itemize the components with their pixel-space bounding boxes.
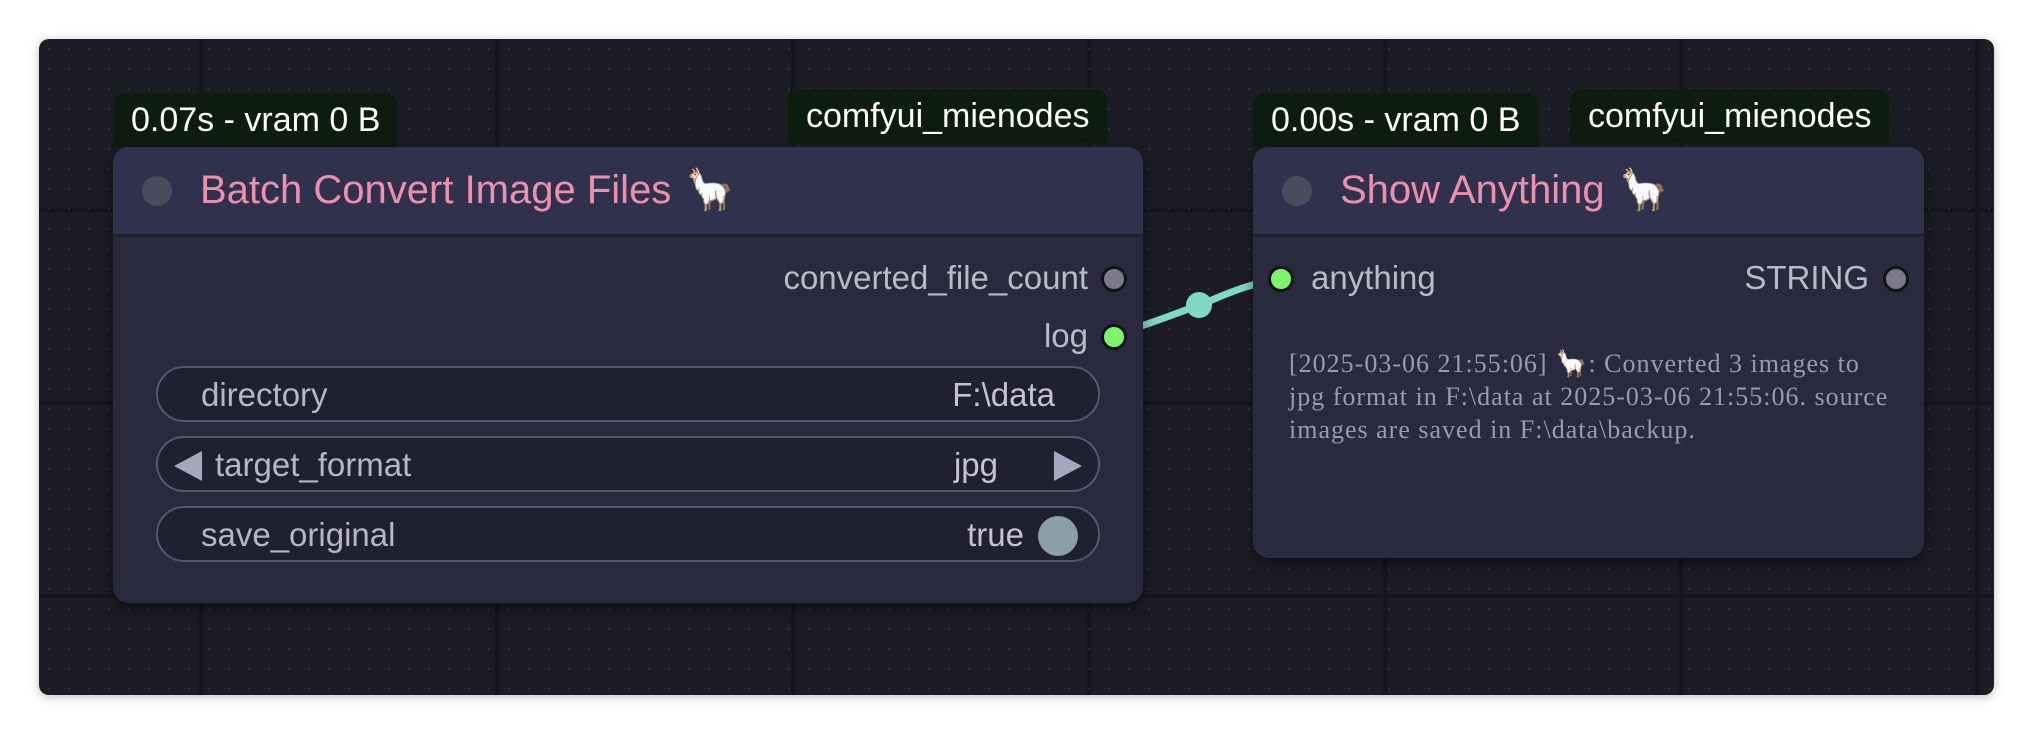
save-original-label: save_original xyxy=(201,516,396,553)
batch-convert-node[interactable]: Batch Convert Image Files 🦙 converted_fil… xyxy=(113,147,1143,603)
output-label-log: log xyxy=(1043,317,1088,354)
output-label-string: STRING xyxy=(1744,259,1869,296)
arrow-right-icon[interactable] xyxy=(1054,451,1082,481)
arrow-left-icon[interactable] xyxy=(174,451,202,481)
show-anything-header[interactable]: Show Anything 🦙 xyxy=(1253,147,1924,237)
target-format-label: target_format xyxy=(215,446,412,483)
graph-canvas[interactable]: 0.07s - vram 0 B comfyui_mienodes 0.00s … xyxy=(39,39,1994,695)
toggle-knob-icon[interactable] xyxy=(1038,516,1078,556)
input-slot-anything[interactable] xyxy=(1268,266,1294,292)
llama-icon: 🦙 xyxy=(1618,168,1669,212)
output-slot-converted-file-count[interactable] xyxy=(1101,266,1127,292)
link-midpoint-handle[interactable] xyxy=(1186,292,1212,318)
llama-icon: 🦙 xyxy=(685,168,736,212)
output-slot-string[interactable] xyxy=(1883,266,1909,292)
directory-label: directory xyxy=(201,376,328,413)
collapse-dot-icon[interactable] xyxy=(1282,176,1312,206)
save-original-value: true xyxy=(967,516,1024,553)
display-text: [2025-03-06 21:55:06] 🦙: Converted 3 ima… xyxy=(1289,349,1889,444)
batch-convert-header[interactable]: Batch Convert Image Files 🦙 xyxy=(113,147,1143,237)
show-anything-node[interactable]: Show Anything 🦙 anything STRING [2025-03-… xyxy=(1253,147,1924,558)
batch-convert-title-text: Batch Convert Image Files xyxy=(200,168,672,212)
save-original-toggle[interactable]: save_original true xyxy=(156,506,1100,562)
batch-convert-title: Batch Convert Image Files 🦙 xyxy=(200,166,735,213)
target-format-value: jpg xyxy=(953,446,998,483)
directory-value: F:\data xyxy=(952,376,1055,413)
target-format-combo[interactable]: target_format jpg xyxy=(156,436,1100,492)
output-label-converted-file-count: converted_file_count xyxy=(783,259,1088,296)
input-label-anything: anything xyxy=(1311,259,1436,296)
directory-widget[interactable]: directory F:\data xyxy=(156,366,1100,422)
show-anything-title-text: Show Anything xyxy=(1340,168,1605,212)
show-anything-title: Show Anything 🦙 xyxy=(1340,166,1668,213)
collapse-dot-icon[interactable] xyxy=(142,176,172,206)
output-slot-log[interactable] xyxy=(1101,324,1127,350)
